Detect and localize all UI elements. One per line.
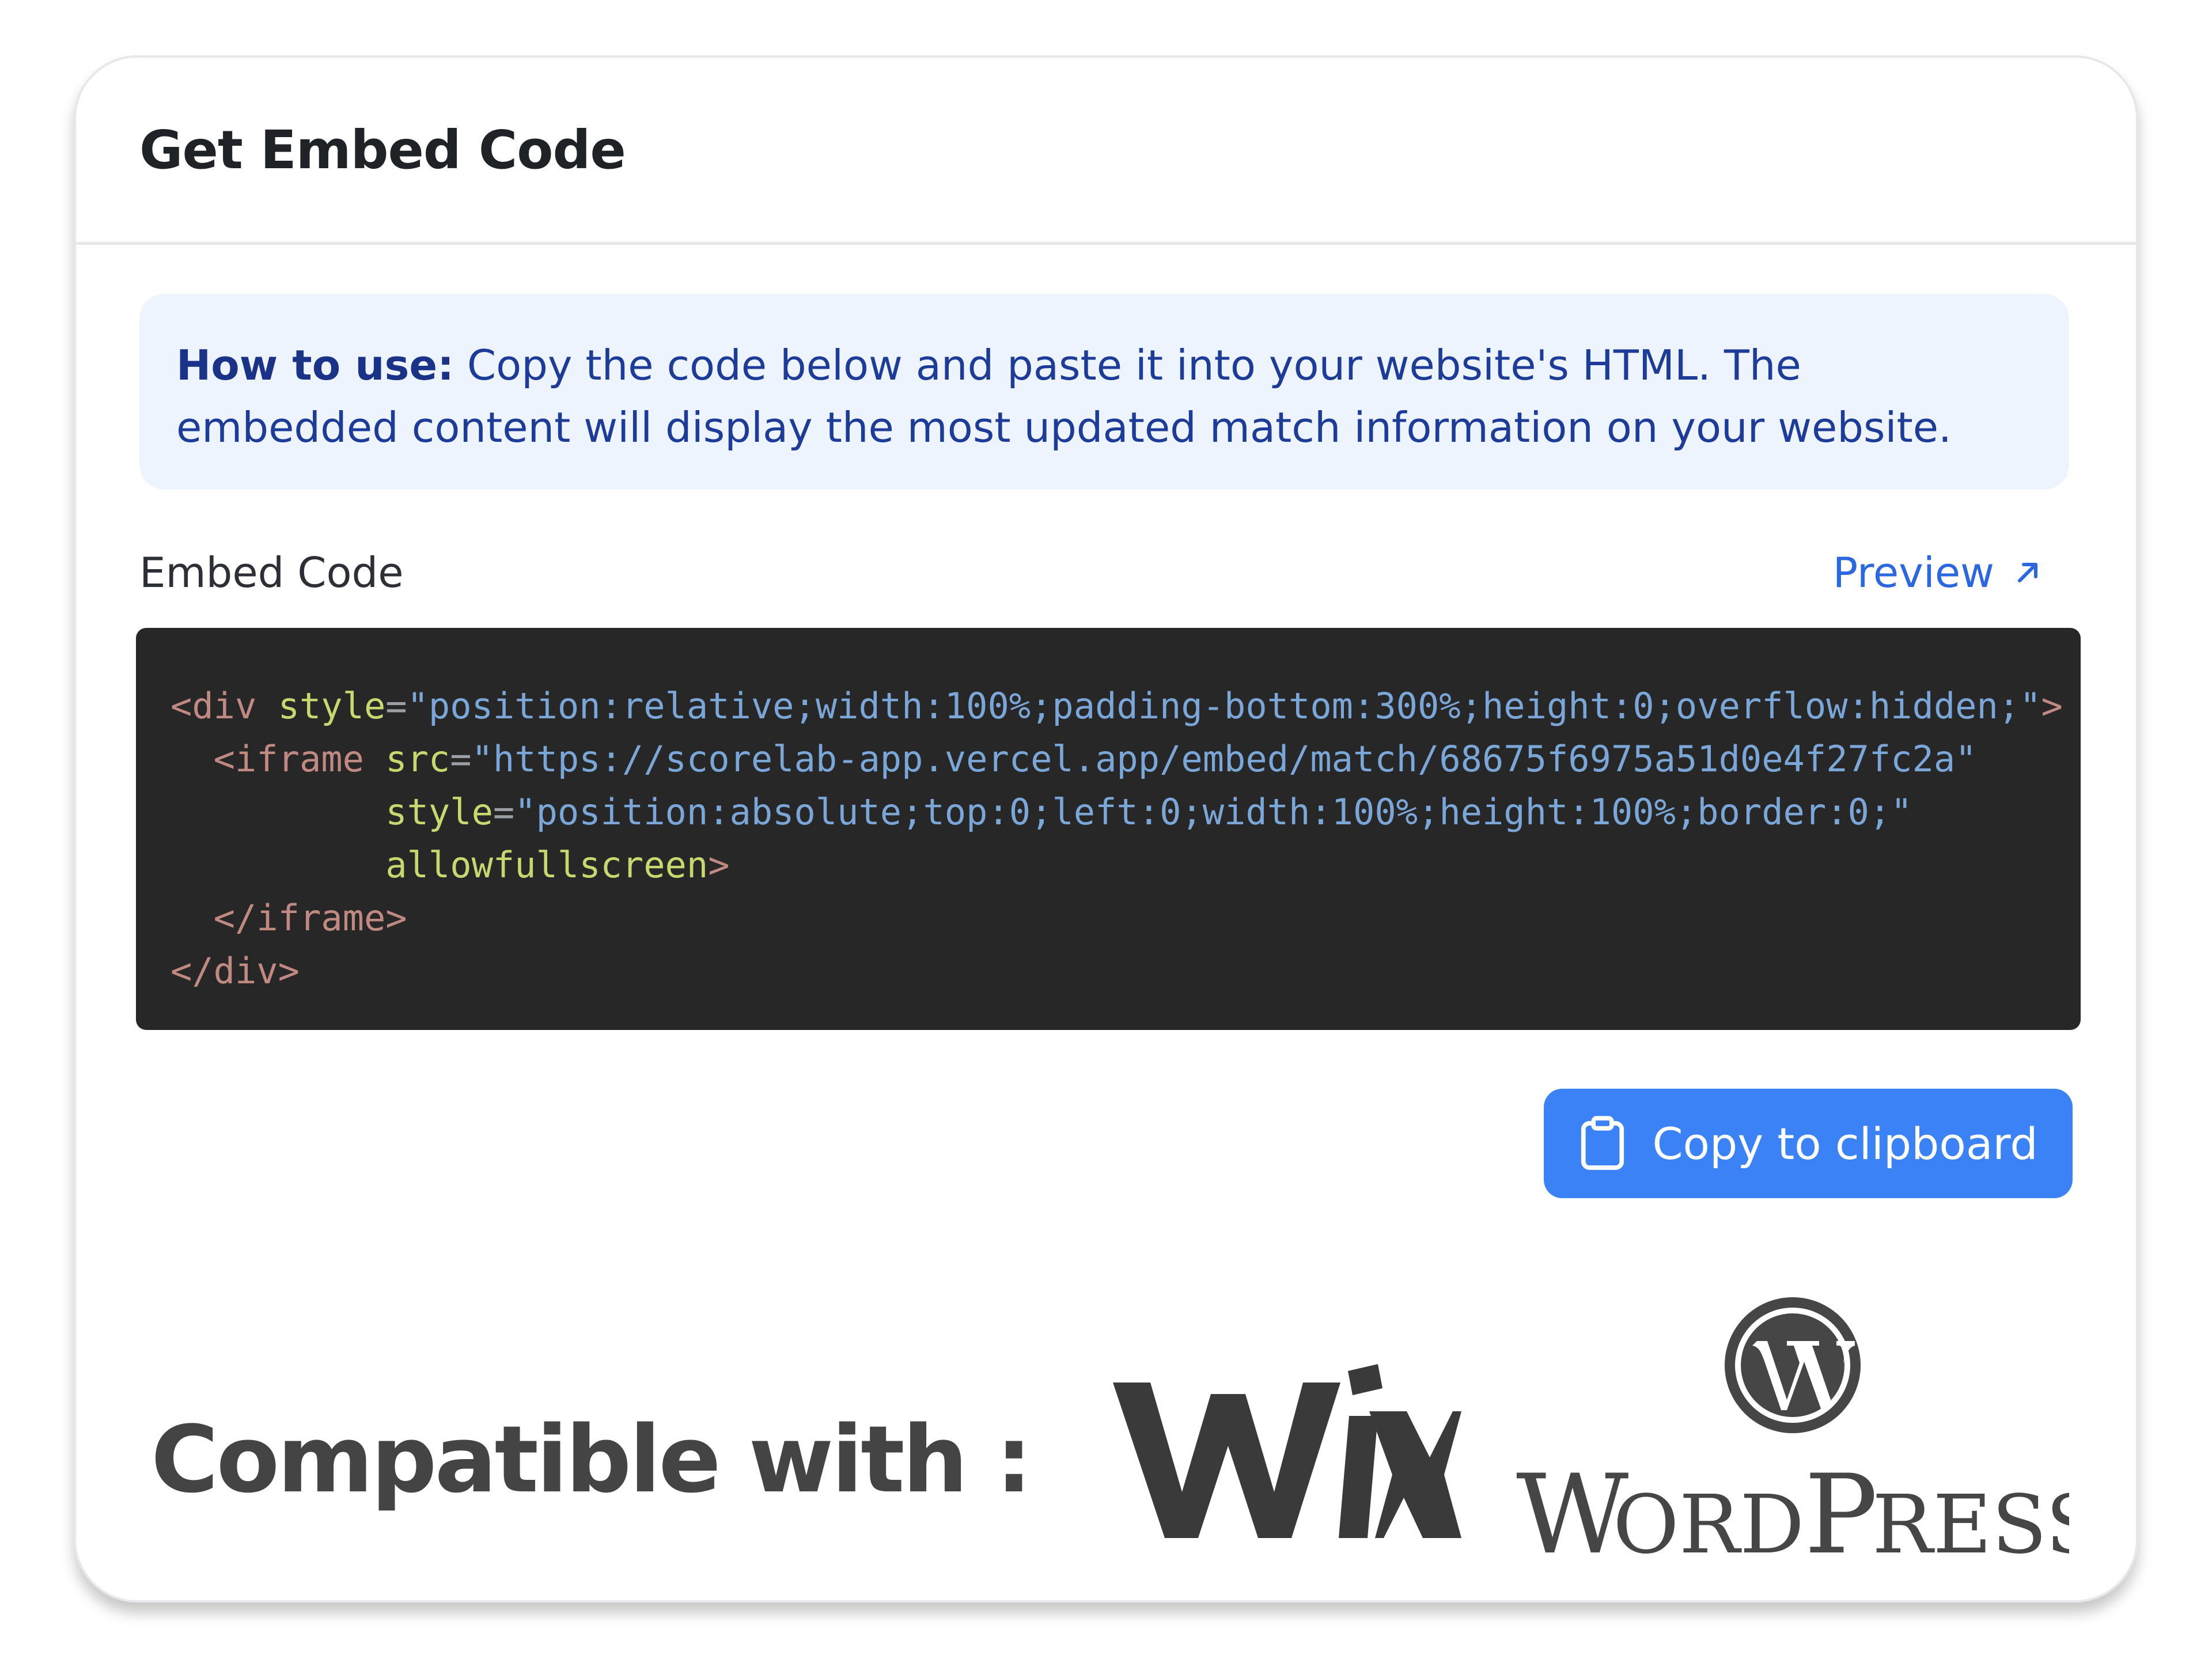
preview-label: Preview — [1832, 548, 1994, 597]
svg-text:RESS: RESS — [1872, 1478, 2069, 1572]
code-token: allowfullscreen — [385, 844, 709, 886]
wordpress-logo: W ORD P RESS — [1516, 1297, 2069, 1578]
clipboard-icon — [1581, 1116, 1624, 1170]
preview-link[interactable]: Preview — [1833, 548, 2044, 597]
code-line: </div> — [171, 945, 2046, 998]
code-token: style — [385, 791, 493, 833]
code-token: </iframe> — [171, 897, 407, 939]
code-token: src — [385, 738, 450, 780]
copy-label: Copy to clipboard — [1652, 1118, 2038, 1169]
svg-text:P: P — [1804, 1451, 1878, 1578]
code-line: <iframe src="https://scorelab-app.vercel… — [171, 733, 2046, 786]
svg-text:W: W — [1516, 1451, 1628, 1578]
embed-code-label: Embed Code — [139, 548, 404, 597]
code-token: "position:relative;width:100%;padding-bo… — [407, 685, 2041, 727]
how-to-use-notice: How to use: Copy the code below and past… — [139, 294, 2069, 490]
how-to-use-label: How to use: — [176, 341, 454, 389]
external-arrow-icon — [2017, 562, 2038, 583]
code-token: = — [450, 738, 472, 780]
code-line: </iframe> — [171, 892, 2046, 945]
code-line: <div style="position:relative;width:100%… — [171, 680, 2063, 733]
code-token: </div> — [171, 950, 300, 992]
code-token: <div — [171, 685, 278, 727]
code-token: <iframe — [171, 738, 386, 780]
code-token: "https://scorelab-app.vercel.app/embed/m… — [471, 738, 1977, 780]
code-line: allowfullscreen> — [171, 839, 2046, 892]
card-header: Get Embed Code — [76, 58, 2136, 245]
copy-to-clipboard-button[interactable]: Copy to clipboard — [1544, 1089, 2073, 1198]
wix-logo — [1113, 1364, 1461, 1538]
code-token: = — [385, 685, 407, 727]
code-token: "position:absolute;top:0;left:0;width:10… — [514, 791, 1912, 833]
code-token: > — [708, 844, 730, 886]
page-title: Get Embed Code — [139, 119, 626, 181]
embed-code-card: Get Embed Code How to use: Copy the code… — [74, 55, 2138, 1603]
embed-code-block[interactable]: <div style="position:relative;width:100%… — [136, 628, 2081, 1030]
code-line: style="position:absolute;top:0;left:0;wi… — [171, 786, 2046, 839]
compatible-with-label: Compatible with : — [151, 1406, 1032, 1513]
code-token: = — [493, 791, 515, 833]
code-token: > — [2041, 685, 2063, 727]
code-token: style — [278, 685, 386, 727]
svg-text:ORD: ORD — [1613, 1478, 1804, 1572]
